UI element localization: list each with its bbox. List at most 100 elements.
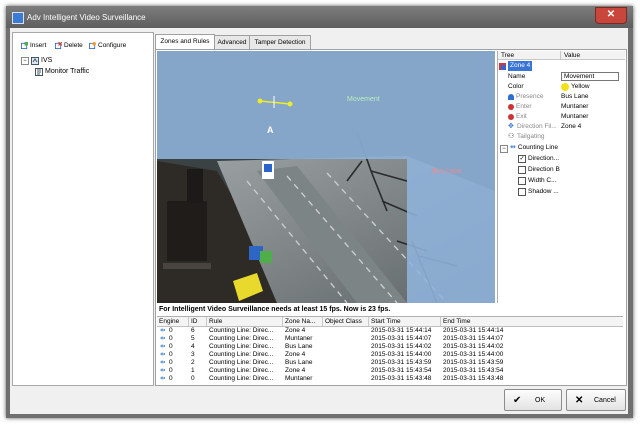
delete-icon xyxy=(55,41,62,49)
configure-icon xyxy=(89,41,96,49)
table-cell-end: 2015-03-31 15:43:48 xyxy=(443,375,504,382)
column-header-id[interactable]: ID xyxy=(189,317,207,326)
table-cell-rule: Counting Line: Direc... xyxy=(209,367,274,374)
tree-root-label: IVS xyxy=(41,57,53,64)
counting-line-icon: ⇹ xyxy=(160,327,166,334)
column-header-end-time[interactable]: End Time xyxy=(441,317,623,326)
insert-icon xyxy=(21,41,28,49)
table-row[interactable]: ⇹ 0 1 Counting Line: Direc... Zone 4 2015-03-… xyxy=(157,367,623,375)
option-label: Width C... xyxy=(528,177,557,184)
counting-line-option[interactable]: Direction B xyxy=(498,165,625,175)
property-value: Bus Lane xyxy=(561,93,589,100)
table-row[interactable]: ⇹ 0 6 Counting Line: Direc... Zone 4 2015-03-… xyxy=(157,327,623,335)
direction-icon: ✥ xyxy=(508,123,514,130)
column-header-start-time[interactable]: Start Time xyxy=(369,317,441,326)
app-icon xyxy=(12,12,24,24)
cancel-button[interactable]: ✕ Cancel xyxy=(566,389,626,411)
property-name-text: Tailgating xyxy=(517,133,545,140)
ivs-icon xyxy=(31,56,39,65)
property-name-text: Direction Fil... xyxy=(517,123,557,130)
tab-tamper-detection[interactable]: Tamper Detection xyxy=(249,35,311,49)
counting-line-option[interactable]: Shadow ... xyxy=(498,187,625,197)
table-cell-end: 2015-03-31 15:44:00 xyxy=(443,351,504,358)
column-header-object-class[interactable]: Object Class xyxy=(323,317,369,326)
property-row[interactable]: Enter Muntaner xyxy=(498,102,625,112)
checkbox[interactable] xyxy=(518,166,526,174)
counting-line-node[interactable]: − ⇹ Counting Line xyxy=(498,143,625,153)
property-row[interactable]: Color Yellow xyxy=(498,82,625,92)
delete-label: Delete xyxy=(64,41,83,49)
table-cell-start: 2015-03-31 15:43:54 xyxy=(371,367,432,374)
camera-video-feed[interactable]: Movement Bus Lane A xyxy=(157,51,495,303)
tailgating-icon: ⚇ xyxy=(508,133,515,140)
option-name: Width C... xyxy=(518,176,557,186)
counting-line-handle-start[interactable] xyxy=(257,98,263,104)
title-bar[interactable]: Adv Intelligent Video Surveillance ✕ xyxy=(6,6,633,28)
tree-child-label: Monitor Traffic xyxy=(45,68,90,75)
table-cell-id: 2 xyxy=(191,359,195,366)
table-row[interactable]: ⇹ 0 2 Counting Line: Direc... Bus Lane 2015-0… xyxy=(157,359,623,367)
column-header-zone[interactable]: Zone Na... xyxy=(283,317,323,326)
property-row[interactable]: ⚇ Tailgating xyxy=(498,132,625,142)
configure-button[interactable]: Configure xyxy=(89,40,126,50)
tab-zones-and-rules[interactable]: Zones and Rules xyxy=(155,34,215,49)
tree-node-monitor-traffic[interactable]: Monitor Traffic xyxy=(21,66,89,77)
color-swatch-icon xyxy=(561,83,569,91)
zone-name-input[interactable]: Movement xyxy=(561,72,619,81)
property-row[interactable]: ✥ Direction Fil... Zone 4 xyxy=(498,122,625,132)
counting-line-icon: ⇹ xyxy=(510,144,516,151)
option-name: Direction B xyxy=(518,165,560,175)
insert-button[interactable]: Insert xyxy=(21,40,46,50)
ok-label: OK xyxy=(535,396,546,404)
counting-line-handle-end[interactable] xyxy=(287,101,293,107)
column-header-engine[interactable]: Engine xyxy=(157,317,189,326)
property-value: Muntaner xyxy=(561,113,589,120)
event-table-header: Engine ID Rule Zone Na... Object Class S… xyxy=(157,317,623,327)
table-row[interactable]: ⇹ 0 0 Counting Line: Direc... Muntaner 2015-0… xyxy=(157,375,623,383)
property-name: ✥ Direction Fil... xyxy=(508,122,557,132)
option-label: Direction B xyxy=(528,166,560,173)
table-cell-id: 6 xyxy=(191,327,195,334)
checkbox[interactable] xyxy=(518,177,526,185)
rule-icon xyxy=(35,67,43,76)
table-row[interactable]: ⇹ 0 4 Counting Line: Direc... Bus Lane 2015-0… xyxy=(157,343,623,351)
counting-line-option[interactable]: ✓ Direction... xyxy=(498,154,625,164)
option-name: ✓ Direction... xyxy=(518,154,559,164)
property-row[interactable]: Exit Muntaner xyxy=(498,112,625,122)
delete-button[interactable]: Delete xyxy=(55,40,83,50)
person-icon xyxy=(508,94,514,100)
table-cell-id: 3 xyxy=(191,351,195,358)
table-cell-engine: 0 xyxy=(169,367,173,374)
property-row[interactable]: Name Movement xyxy=(498,72,625,82)
table-cell-zone: Zone 4 xyxy=(285,367,306,374)
property-zone-node[interactable]: Zone 4 xyxy=(498,61,625,71)
table-row[interactable]: ⇹ 0 5 Counting Line: Direc... Muntaner 2015-0… xyxy=(157,335,623,343)
table-cell-engine: 0 xyxy=(169,335,173,342)
table-row[interactable]: ⇹ 0 3 Counting Line: Direc... Zone 4 2015-03-… xyxy=(157,351,623,359)
close-button[interactable]: ✕ xyxy=(595,7,627,24)
ok-button[interactable]: ✔ OK xyxy=(504,389,562,411)
movement-zone-label: Movement xyxy=(347,96,380,103)
table-cell-id: 4 xyxy=(191,343,195,350)
ivs-window: Adv Intelligent Video Surveillance ✕ Ins… xyxy=(6,6,633,418)
table-cell-rule: Counting Line: Direc... xyxy=(209,359,274,366)
tab-advanced[interactable]: Advanced xyxy=(214,35,250,49)
enter-icon xyxy=(508,104,514,110)
property-row[interactable]: Presence Bus Lane xyxy=(498,92,625,102)
checkbox-checked[interactable]: ✓ xyxy=(518,155,526,163)
collapse-icon[interactable]: − xyxy=(21,56,29,65)
collapse-icon[interactable]: − xyxy=(500,145,508,153)
property-name: Exit xyxy=(508,112,527,122)
counting-line-option[interactable]: Width C... xyxy=(498,176,625,186)
zone-color-value[interactable]: Yellow xyxy=(561,82,590,92)
selected-zone-label: Zone 4 xyxy=(508,61,533,71)
table-cell-end: 2015-03-31 15:44:02 xyxy=(443,343,504,350)
event-log-table: Engine ID Rule Zone Na... Object Class S… xyxy=(157,316,623,385)
checkbox[interactable] xyxy=(518,188,526,196)
table-cell-end: 2015-03-31 15:44:14 xyxy=(443,327,504,334)
table-cell-zone: Muntaner xyxy=(285,375,313,382)
tree-node-ivs[interactable]: − IVS xyxy=(21,55,89,66)
column-header-rule[interactable]: Rule xyxy=(207,317,283,326)
table-cell-engine: 0 xyxy=(169,351,173,358)
cancel-label: Cancel xyxy=(594,396,616,404)
